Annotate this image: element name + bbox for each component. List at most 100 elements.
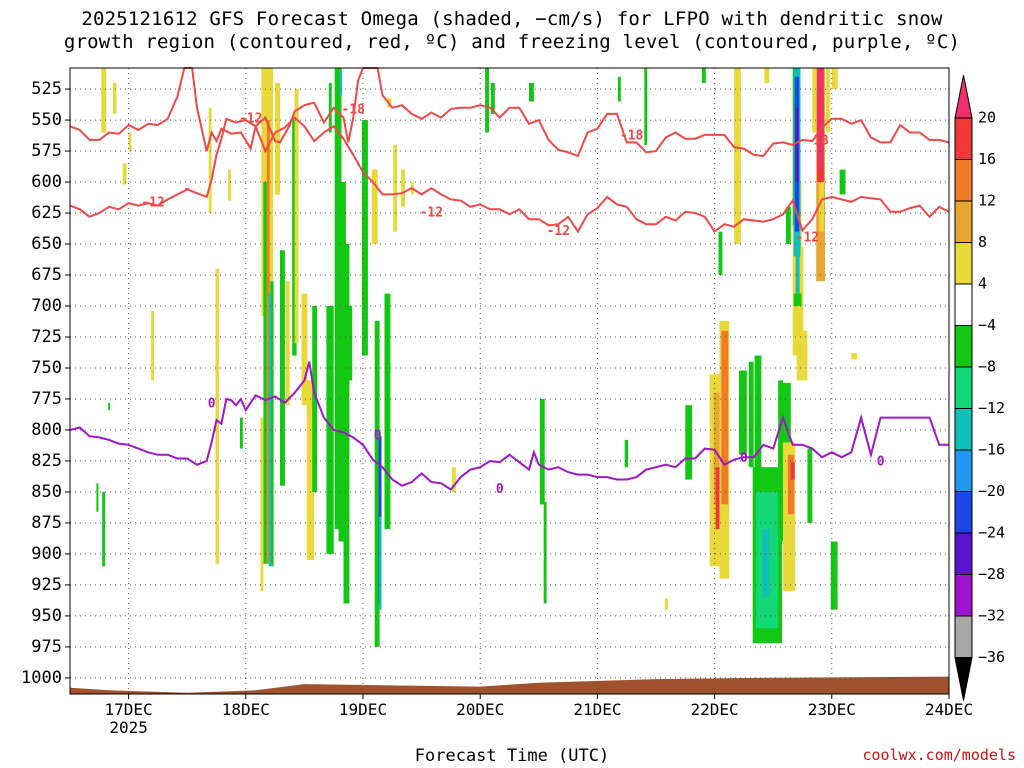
contour-label-dash: - bbox=[183, 182, 191, 197]
colorbar-segment bbox=[954, 408, 973, 451]
omega-cell bbox=[644, 68, 648, 145]
omega-cell bbox=[343, 244, 350, 604]
colorbar-segment bbox=[954, 491, 973, 534]
colorbar-arrow-top bbox=[954, 74, 973, 119]
omega-cell bbox=[348, 306, 353, 381]
colorbar-label: 20 bbox=[978, 109, 996, 127]
omega-cell bbox=[795, 107, 799, 183]
credit-text: coolwx.com/models bbox=[862, 746, 1016, 764]
y-tick-label: 750 bbox=[31, 358, 62, 378]
omega-cell bbox=[208, 107, 212, 214]
omega-cell bbox=[285, 281, 290, 406]
omega-cell bbox=[228, 169, 232, 201]
contour-label-minus18: -18 bbox=[341, 103, 365, 118]
omega-cell bbox=[215, 268, 219, 564]
omega-cell bbox=[401, 169, 405, 207]
omega-cell bbox=[831, 68, 838, 90]
x-tick-label: 21DEC bbox=[573, 700, 621, 719]
omega-cell bbox=[108, 402, 111, 411]
omega-cell bbox=[328, 82, 332, 133]
colorbar-label: 8 bbox=[978, 233, 987, 251]
y-tick-label: 950 bbox=[31, 606, 62, 626]
omega-cell bbox=[803, 330, 808, 381]
omega-cell bbox=[113, 82, 117, 114]
colorbar-label: 16 bbox=[978, 150, 996, 168]
y-tick-label: 725 bbox=[31, 327, 62, 347]
freezing-level-label: 0 bbox=[496, 482, 504, 497]
omega-cell bbox=[664, 598, 668, 610]
x-tick-label: 24DEC bbox=[925, 700, 973, 719]
colorbar-segment bbox=[954, 325, 973, 368]
contour-label-minus12: -12 bbox=[796, 230, 819, 245]
x-tick-sublabel: 2025 bbox=[109, 718, 148, 737]
colorbar-label: −20 bbox=[978, 482, 1005, 500]
colorbar-label: −16 bbox=[978, 441, 1005, 459]
x-tick-label: 20DEC bbox=[456, 700, 504, 719]
omega-cell bbox=[263, 182, 267, 564]
colorbar-label: −28 bbox=[978, 565, 1005, 583]
colorbar-arrow-bottom bbox=[954, 657, 973, 701]
colorbar-label: −36 bbox=[978, 648, 1005, 666]
omega-cell bbox=[764, 68, 770, 83]
omega-cell bbox=[785, 206, 791, 244]
contour-label-minus12: -12 bbox=[141, 196, 164, 211]
omega-cell bbox=[393, 144, 398, 232]
omega-cell bbox=[260, 417, 264, 592]
colorbar-segment bbox=[954, 159, 973, 202]
y-tick-label: 850 bbox=[31, 482, 62, 502]
omega-cell bbox=[539, 399, 545, 505]
omega-cell bbox=[817, 68, 823, 170]
x-tick-label: 22DEC bbox=[691, 700, 739, 719]
colorbar-segment bbox=[954, 200, 973, 243]
colorbar-label: −8 bbox=[978, 358, 996, 376]
colorbar-segment bbox=[954, 615, 973, 658]
x-tick-label: 23DEC bbox=[808, 700, 856, 719]
omega-cell bbox=[739, 370, 747, 455]
y-tick-label: 800 bbox=[31, 420, 62, 440]
omega-cell bbox=[301, 293, 308, 406]
x-tick-label: 19DEC bbox=[339, 700, 387, 719]
colorbar-label: −12 bbox=[978, 399, 1005, 417]
omega-cell bbox=[294, 89, 299, 344]
y-tick-label: 650 bbox=[31, 234, 62, 254]
freezing-level-label: 0 bbox=[208, 396, 216, 411]
colorbar-label: −32 bbox=[978, 607, 1005, 625]
omega-cell bbox=[718, 231, 723, 275]
contour-label-minus12: -12 bbox=[239, 111, 262, 126]
colorbar-label: −24 bbox=[978, 524, 1005, 542]
omega-cell bbox=[339, 70, 342, 96]
omega-cell bbox=[701, 68, 706, 83]
colorbar-label: −4 bbox=[978, 316, 996, 334]
omega-cell bbox=[624, 439, 629, 468]
y-tick-label: 1000 bbox=[21, 668, 62, 688]
omega-cell bbox=[734, 68, 741, 244]
omega-cell bbox=[239, 417, 243, 449]
x-tick-label: 17DEC bbox=[105, 700, 153, 719]
y-tick-label: 575 bbox=[31, 141, 62, 161]
y-tick-label: 775 bbox=[31, 389, 62, 409]
omega-cell bbox=[275, 82, 280, 195]
colorbar-segment bbox=[954, 283, 973, 326]
omega-cell bbox=[485, 68, 489, 133]
omega-cell bbox=[748, 361, 754, 468]
contour-label-minus12: -12 bbox=[420, 206, 443, 221]
colorbar-label: 4 bbox=[978, 275, 987, 293]
y-tick-label: 675 bbox=[31, 265, 62, 285]
y-tick-label: 900 bbox=[31, 544, 62, 564]
omega-cell bbox=[379, 516, 382, 610]
y-tick-label: 625 bbox=[31, 203, 62, 223]
chart-canvas: -12 -18 -18 -18 -12 -12 -12 -12 - 0 0 0 0 0 525 550 575 6… bbox=[21, 67, 1005, 737]
colorbar-segment bbox=[954, 574, 973, 617]
y-tick-label: 550 bbox=[31, 110, 62, 130]
colorbar-segment bbox=[954, 532, 973, 575]
omega-cell bbox=[96, 483, 99, 512]
omega-cell bbox=[151, 311, 154, 381]
omega-cell bbox=[721, 330, 729, 505]
x-tick-label: 18DEC bbox=[222, 700, 270, 719]
colorbar-segment bbox=[954, 242, 973, 285]
contour-label-minus12: -12 bbox=[547, 224, 570, 239]
y-tick-label: 875 bbox=[31, 513, 62, 533]
omega-cell bbox=[793, 293, 802, 306]
contour-label-minus18: -18 bbox=[805, 134, 829, 149]
omega-cell bbox=[102, 491, 106, 567]
